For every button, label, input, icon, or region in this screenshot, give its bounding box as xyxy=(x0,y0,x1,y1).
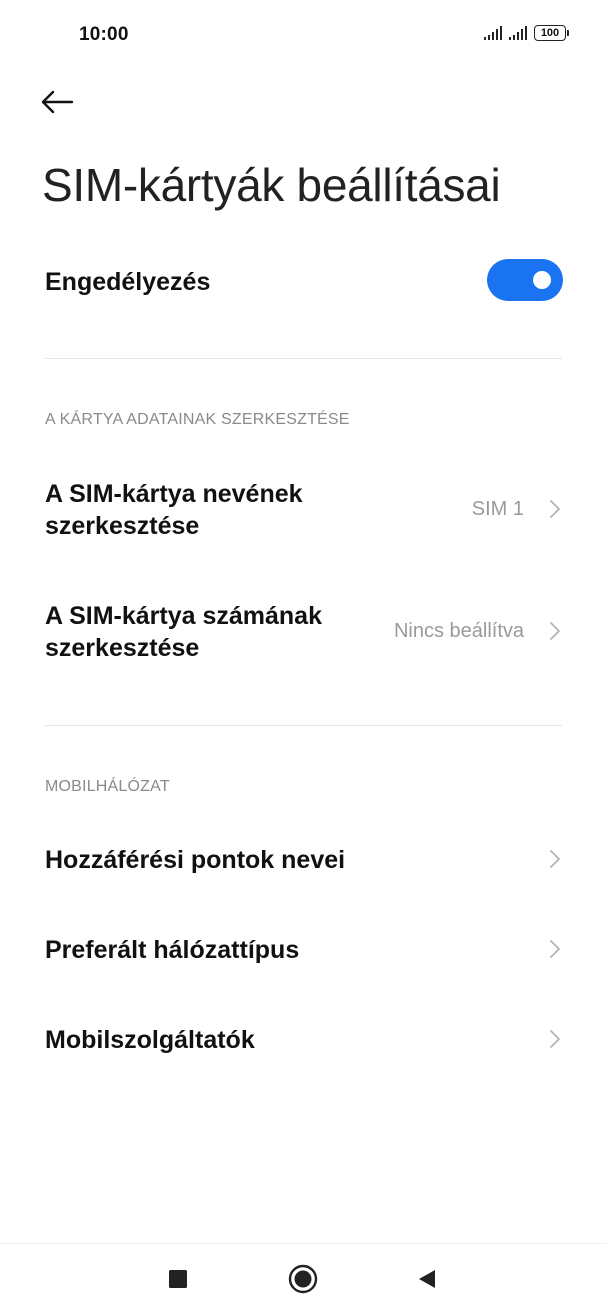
status-bar: 10:00 100 xyxy=(0,0,607,70)
back-button[interactable] xyxy=(40,82,88,122)
row-value: Nincs beállítva xyxy=(393,620,524,642)
back-arrow-icon xyxy=(41,90,74,114)
status-icons: 100 xyxy=(484,25,569,41)
page-title: SIM-kártyák beállításai xyxy=(42,159,501,211)
signal-icon xyxy=(484,26,502,40)
enable-row[interactable]: Engedélyezés xyxy=(0,246,607,316)
chevron-right-icon xyxy=(550,500,560,518)
battery-icon: 100 xyxy=(534,25,569,41)
enable-toggle[interactable] xyxy=(487,259,563,301)
divider xyxy=(45,725,562,726)
edit-sim-number-row[interactable]: A SIM-kártya számának szerkesztése Nincs… xyxy=(0,592,607,682)
triangle-back-icon xyxy=(419,1270,435,1288)
divider xyxy=(45,358,562,359)
home-button[interactable] xyxy=(281,1257,325,1301)
row-label: A SIM-kártya nevének szerkesztése xyxy=(45,480,303,540)
chevron-right-icon xyxy=(550,622,560,640)
chevron-right-icon xyxy=(550,1030,560,1048)
chevron-right-icon xyxy=(550,850,560,868)
row-label: A SIM-kártya számának szerkesztése xyxy=(45,602,322,662)
preferred-network-type-row[interactable]: Preferált hálózattípus xyxy=(0,918,607,982)
section-header-mobile-network: MOBILHÁLÓZAT xyxy=(45,778,170,795)
navigation-bar xyxy=(0,1243,607,1316)
apn-row[interactable]: Hozzáférési pontok nevei xyxy=(0,828,607,892)
enable-label: Engedélyezés xyxy=(45,268,211,296)
edit-sim-name-row[interactable]: A SIM-kártya nevének szerkesztése SIM 1 xyxy=(0,470,607,560)
chevron-right-icon xyxy=(550,940,560,958)
square-icon xyxy=(169,1270,187,1288)
nav-back-button[interactable] xyxy=(405,1257,449,1301)
sim-settings-screen: 10:00 100 SIM-kártyák beállításai Engedé… xyxy=(0,0,607,1316)
row-label: Mobilszolgáltatók xyxy=(45,1026,255,1054)
battery-level: 100 xyxy=(534,25,566,41)
row-label: Hozzáférési pontok nevei xyxy=(45,846,346,874)
recents-button[interactable] xyxy=(156,1257,200,1301)
signal-icon xyxy=(509,26,527,40)
row-label: Preferált hálózattípus xyxy=(45,936,300,964)
row-value: SIM 1 xyxy=(471,498,524,520)
section-header-card-data: A KÁRTYA ADATAINAK SZERKESZTÉSE xyxy=(45,411,350,428)
toggle-knob xyxy=(533,271,551,289)
mobile-operators-row[interactable]: Mobilszolgáltatók xyxy=(0,1008,607,1072)
circle-icon xyxy=(288,1264,318,1294)
status-time: 10:00 xyxy=(79,24,129,45)
